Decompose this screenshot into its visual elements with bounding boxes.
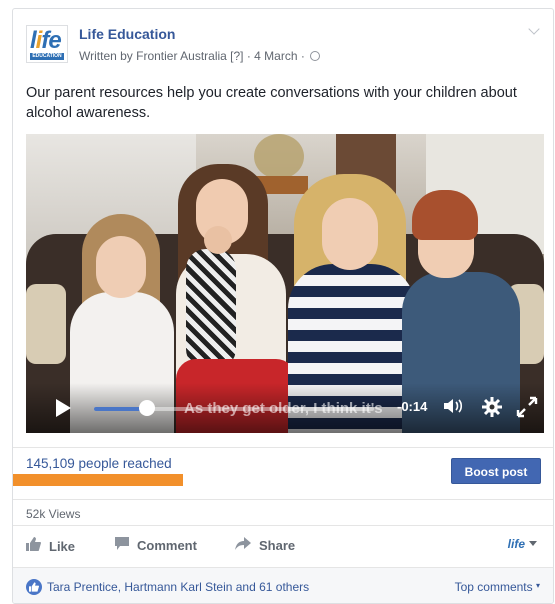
reactions-footer: Tara Prentice, Hartmann Karl Stein and 6…	[13, 567, 553, 603]
page-name-link[interactable]: Life Education	[79, 26, 175, 42]
post-meta: Written by Frontier Australia [?] · 4 Ma…	[79, 49, 321, 63]
like-reaction-icon	[26, 579, 42, 595]
action-bar: Like Comment Share life	[13, 525, 553, 565]
like-label: Like	[49, 539, 76, 554]
post-card: life EDUCATION Life Education Written by…	[12, 8, 554, 604]
logo-subtext: EDUCATION	[30, 53, 64, 60]
share-icon	[235, 537, 251, 553]
play-icon[interactable]	[56, 399, 71, 417]
comment-label: Comment	[137, 538, 197, 553]
share-label: Share	[259, 538, 296, 553]
share-button[interactable]: Share	[235, 537, 295, 553]
author-line[interactable]: Written by Frontier Australia [?] · 4 Ma…	[79, 49, 305, 63]
logo-mark: life	[30, 27, 62, 54]
video-player[interactable]: As they get older, I think it's -0:14	[26, 134, 544, 433]
views-count: 52k Views	[26, 507, 81, 521]
caret-down-icon: ▾	[535, 581, 540, 590]
divider	[13, 447, 553, 448]
like-button[interactable]: Like	[26, 537, 75, 554]
volume-icon[interactable]	[442, 396, 464, 421]
reach-link[interactable]: 145,109 people reached	[26, 456, 172, 471]
thumbs-up-icon	[26, 537, 41, 554]
time-remaining: -0:14	[397, 399, 428, 414]
globe-icon[interactable]	[310, 51, 321, 61]
top-comments-dropdown[interactable]: Top comments ▾	[455, 580, 540, 594]
comment-icon	[115, 537, 129, 553]
post-text: Our parent resources help you create con…	[26, 85, 517, 121]
progress-track[interactable]	[94, 407, 374, 411]
caret-down-icon	[529, 541, 537, 546]
page-avatar[interactable]: life EDUCATION	[26, 25, 68, 63]
post-header: life EDUCATION Life Education Written by…	[13, 9, 553, 69]
fullscreen-icon[interactable]	[516, 396, 538, 423]
likers-link[interactable]: Tara Prentice, Hartmann Karl Stein and 6…	[47, 580, 309, 594]
comment-button[interactable]: Comment	[115, 537, 197, 553]
boost-post-button[interactable]: Boost post	[451, 458, 541, 484]
reach-highlight	[13, 474, 183, 486]
chevron-down-icon[interactable]	[529, 25, 539, 35]
page-selector-label: life	[507, 537, 525, 551]
top-comments-label: Top comments	[454, 580, 533, 594]
page-selector[interactable]: life	[508, 537, 537, 551]
divider	[13, 499, 553, 500]
settings-icon[interactable]	[481, 396, 503, 423]
